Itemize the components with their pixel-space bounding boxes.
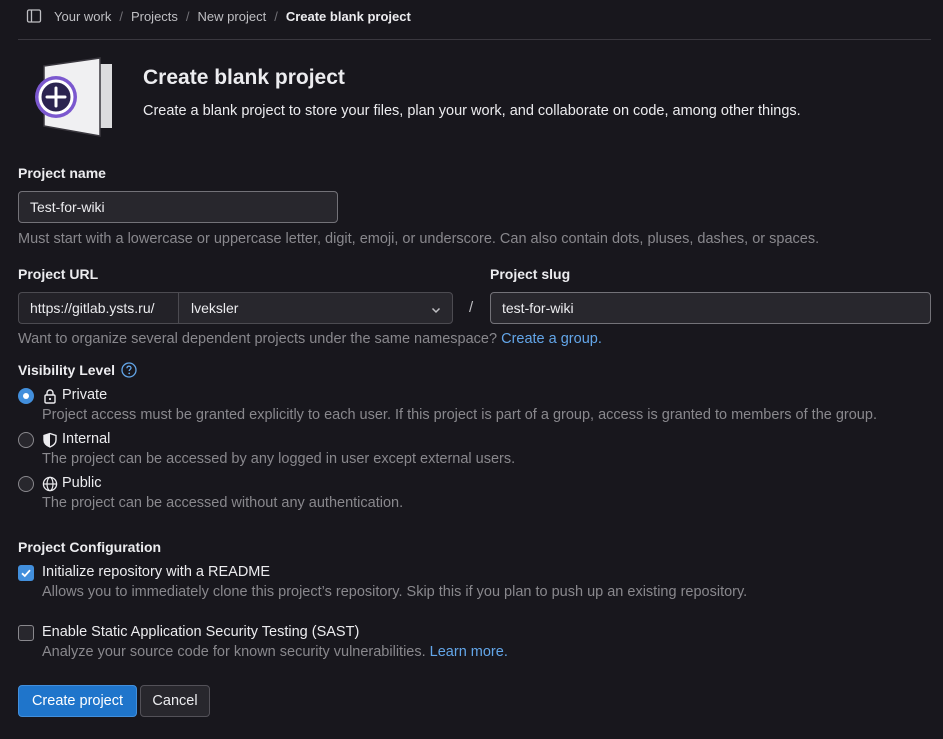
blank-project-illustration-icon: [30, 56, 116, 138]
visibility-public-label[interactable]: Public: [62, 475, 102, 491]
breadcrumb-separator: /: [185, 8, 190, 24]
shield-icon: [42, 432, 58, 448]
sast-label[interactable]: Enable Static Application Security Testi…: [42, 624, 359, 640]
project-url-prefix: https://gitlab.ysts.ru/: [18, 292, 179, 324]
visibility-internal-help: The project can be accessed by any logge…: [42, 451, 516, 467]
chevron-down-icon: [430, 303, 442, 315]
sidebar-toggle-icon[interactable]: [26, 8, 42, 24]
lock-icon: [42, 388, 58, 404]
project-url-help-text: Want to organize several dependent proje…: [18, 331, 498, 347]
visibility-internal-label[interactable]: Internal: [62, 431, 110, 447]
page-title: Create blank project: [143, 66, 345, 89]
sast-help-text: Analyze your source code for known secur…: [42, 644, 426, 660]
namespace-value: lveksler: [191, 300, 239, 316]
project-url-help: Want to organize several dependent proje…: [18, 331, 602, 347]
visibility-private-radio[interactable]: [18, 388, 34, 404]
project-name-input[interactable]: [18, 191, 338, 223]
breadcrumb-separator: /: [119, 8, 123, 24]
project-name-help: Must start with a lowercase or uppercase…: [18, 231, 820, 247]
page-description: Create a blank project to store your fil…: [143, 103, 801, 119]
visibility-private-help: Project access must be granted explicitl…: [42, 407, 877, 423]
breadcrumb-current: Create blank project: [285, 8, 411, 24]
checkmark-icon: [21, 569, 31, 578]
readme-checkbox[interactable]: [18, 565, 34, 581]
project-name-label: Project name: [18, 165, 106, 181]
project-slug-label: Project slug: [490, 266, 571, 282]
breadcrumb-new-project[interactable]: New project: [198, 9, 267, 24]
project-url-label: Project URL: [18, 266, 99, 282]
visibility-private-label[interactable]: Private: [62, 387, 107, 403]
url-slug-separator: /: [469, 299, 474, 316]
project-slug-input[interactable]: [490, 292, 931, 324]
header-divider: [18, 39, 931, 40]
visibility-label: Visibility Level: [18, 362, 116, 378]
visibility-public-radio[interactable]: [18, 476, 34, 492]
readme-help: Allows you to immediately clone this pro…: [42, 584, 748, 600]
visibility-internal-radio[interactable]: [18, 432, 34, 448]
create-group-link[interactable]: Create a group.: [501, 331, 602, 347]
readme-label[interactable]: Initialize repository with a README: [42, 564, 270, 580]
learn-more-link[interactable]: Learn more.: [430, 644, 508, 660]
breadcrumb-separator: /: [274, 8, 278, 24]
breadcrumb: Your work / Projects / New project / Cre…: [0, 0, 943, 32]
sast-checkbox[interactable]: [18, 625, 34, 641]
configuration-label: Project Configuration: [18, 539, 162, 555]
earth-icon: [42, 476, 58, 492]
cancel-button[interactable]: Cancel: [140, 685, 210, 717]
breadcrumb-projects[interactable]: Projects: [131, 9, 178, 24]
question-icon[interactable]: [121, 362, 137, 378]
sast-help: Analyze your source code for known secur…: [42, 644, 508, 660]
create-project-button[interactable]: Create project: [18, 685, 137, 717]
namespace-select[interactable]: lveksler: [178, 292, 453, 324]
visibility-public-help: The project can be accessed without any …: [42, 495, 404, 511]
breadcrumb-your-work[interactable]: Your work: [54, 9, 111, 24]
